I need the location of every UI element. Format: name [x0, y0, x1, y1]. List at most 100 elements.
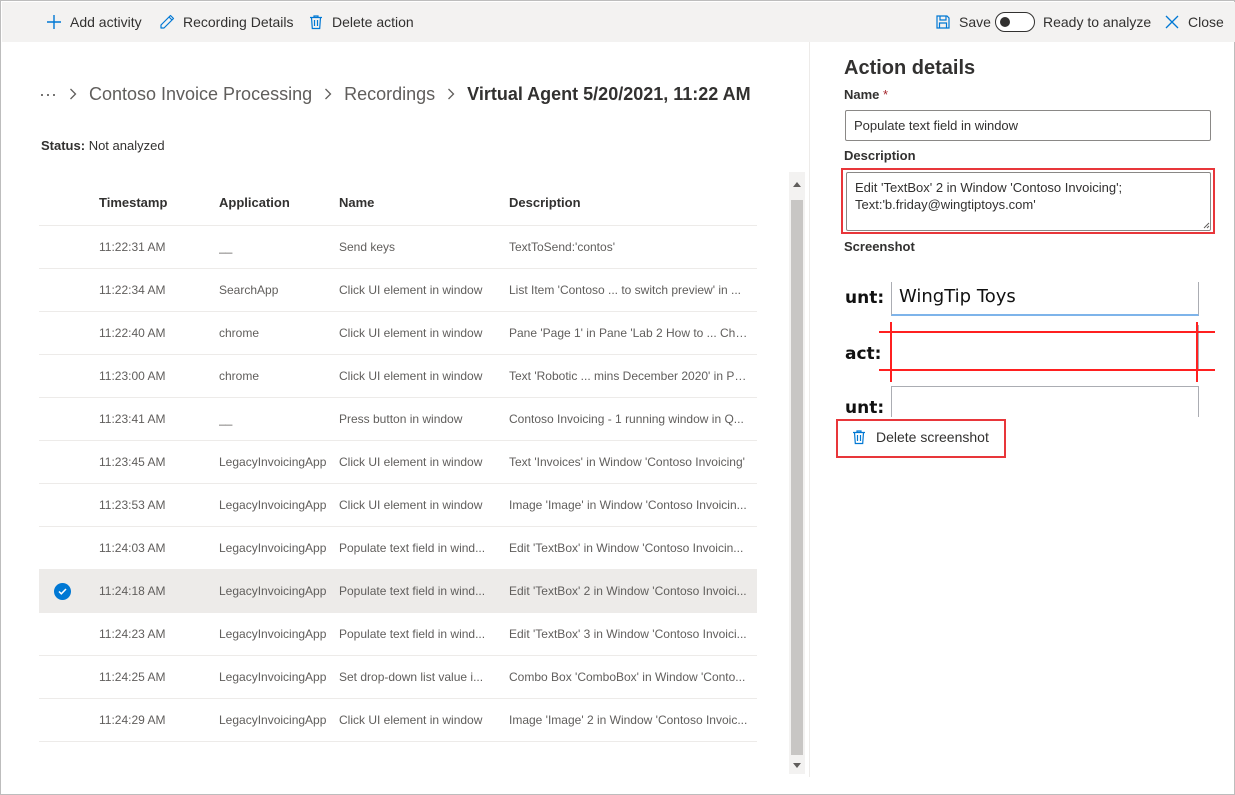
table-row[interactable]: 11:22:34 AM SearchApp Click UI element in …	[39, 269, 757, 312]
breadcrumb-item-recordings[interactable]: Recordings	[344, 84, 435, 105]
breadcrumb-item-contoso[interactable]: Contoso Invoice Processing	[89, 84, 312, 105]
cell-timestamp: 11:24:03 AM	[99, 541, 166, 555]
cell-timestamp: 11:24:23 AM	[99, 627, 166, 641]
recording-details-button[interactable]: Recording Details	[159, 2, 294, 42]
delete-screenshot-highlight: Delete screenshot	[836, 419, 1006, 458]
table-row[interactable]: 11:23:41 AM __ Press button in window Conto…	[39, 398, 757, 441]
cell-name: Populate text field in wind...	[339, 584, 486, 598]
cell-application: LegacyInvoicingApp	[219, 584, 327, 598]
breadcrumb-current: Virtual Agent 5/20/2021, 11:22 AM	[467, 83, 751, 104]
cell-description: List Item 'Contoso ... to switch preview…	[509, 283, 742, 297]
screenshot-label: Screenshot	[844, 239, 915, 254]
cell-description: Text 'Robotic ... mins December 2020' in…	[509, 369, 749, 383]
add-activity-button[interactable]: Add activity	[46, 2, 142, 42]
actions-table: Timestamp Application Name Description 1…	[39, 172, 757, 742]
name-input[interactable]	[845, 110, 1211, 141]
cell-name: Click UI element in window	[339, 283, 483, 297]
delete-action-button[interactable]: Delete action	[308, 2, 414, 42]
cell-application: chrome	[219, 369, 260, 383]
chevron-right-icon	[69, 88, 77, 100]
cell-timestamp: 11:22:31 AM	[99, 240, 166, 254]
status-label: Status:	[41, 138, 86, 153]
cell-timestamp: 11:24:18 AM	[99, 584, 166, 598]
table-row[interactable]: 11:22:31 AM __ Send keys TextToSend:'contos…	[39, 226, 757, 269]
breadcrumb: ··· Contoso Invoice Processing Recording…	[39, 82, 751, 106]
table-row[interactable]: 11:23:45 AM LegacyInvoicingApp Click UI el…	[39, 441, 757, 484]
toggle-knob	[1000, 17, 1010, 27]
cell-application: LegacyInvoicingApp	[219, 627, 327, 641]
cell-name: Click UI element in window	[339, 369, 483, 383]
close-button[interactable]: Close	[1164, 2, 1224, 42]
toggle-switch[interactable]	[995, 12, 1035, 32]
delete-action-label: Delete action	[332, 14, 414, 30]
description-input[interactable]: Edit 'TextBox' 2 in Window 'Contoso Invo…	[846, 172, 1211, 231]
pencil-icon	[160, 14, 175, 29]
column-header-name[interactable]: Name	[339, 195, 374, 210]
cell-timestamp: 11:23:53 AM	[99, 498, 166, 512]
status-line: Status: Not analyzed	[41, 138, 165, 153]
cell-name: Populate text field in wind...	[339, 541, 486, 555]
ready-to-analyze-label: Ready to analyze	[1043, 14, 1152, 30]
cell-application: __	[219, 240, 233, 254]
cell-description: Edit 'TextBox' 3 in Window 'Contoso Invo…	[509, 627, 747, 641]
table-scrollbar[interactable]	[789, 172, 805, 774]
cell-application: LegacyInvoicingApp	[219, 670, 327, 684]
close-icon	[1165, 15, 1179, 29]
cell-name: Click UI element in window	[339, 455, 483, 469]
add-activity-label: Add activity	[70, 14, 142, 30]
scroll-down-icon[interactable]	[789, 758, 805, 774]
table-row[interactable]: 11:24:03 AM LegacyInvoicingApp Populate te…	[39, 527, 757, 570]
checkmark-icon[interactable]	[54, 583, 71, 600]
scrollbar-thumb[interactable]	[791, 200, 803, 755]
breadcrumb-overflow[interactable]: ···	[39, 84, 57, 105]
table-row[interactable]: 11:24:18 AM LegacyInvoicingApp Populate te…	[39, 570, 757, 613]
table-row[interactable]: 11:22:40 AM chrome Click UI element in win…	[39, 312, 757, 355]
action-details-panel: Action details Name * Description Edit '…	[810, 42, 1235, 795]
ready-to-analyze-toggle[interactable]: Ready to analyze	[995, 2, 1151, 42]
cell-description: TextToSend:'contos'	[509, 240, 615, 254]
save-icon	[936, 15, 950, 29]
delete-screenshot-button[interactable]: Delete screenshot	[852, 429, 989, 445]
table-row[interactable]: 11:23:53 AM LegacyInvoicingApp Click UI el…	[39, 484, 757, 527]
cell-timestamp: 11:23:00 AM	[99, 369, 166, 383]
save-label: Save	[959, 14, 991, 30]
trash-icon	[310, 15, 322, 30]
scroll-up-icon[interactable]	[789, 176, 805, 192]
cell-application: LegacyInvoicingApp	[219, 713, 327, 727]
cell-description: Image 'Image' 2 in Window 'Contoso Invoi…	[509, 713, 748, 727]
trash-icon	[853, 430, 865, 445]
table-row[interactable]: 11:24:23 AM LegacyInvoicingApp Populate te…	[39, 613, 757, 656]
save-button[interactable]: Save	[935, 2, 991, 42]
cell-name: Click UI element in window	[339, 498, 483, 512]
close-label: Close	[1188, 14, 1224, 30]
cell-description: Pane 'Page 1' in Pane 'Lab 2 How to ... …	[509, 326, 749, 340]
required-mark: *	[883, 87, 889, 102]
status-value: Not analyzed	[88, 138, 165, 153]
column-header-description[interactable]: Description	[509, 195, 581, 210]
cell-name: Press button in window	[339, 412, 463, 426]
cell-application: SearchApp	[219, 283, 279, 297]
cell-name: Click UI element in window	[339, 713, 483, 727]
resize-grip-icon[interactable]	[1203, 222, 1210, 229]
table-row[interactable]: 11:24:25 AM LegacyInvoicingApp Set drop-do…	[39, 656, 757, 699]
cell-description: Combo Box 'ComboBox' in Window 'Conto...	[509, 670, 746, 684]
name-label-text: Name	[844, 87, 880, 102]
delete-screenshot-label: Delete screenshot	[876, 429, 989, 445]
table-row[interactable]: 11:23:00 AM chrome Click UI element in win…	[39, 355, 757, 398]
recording-pane: ··· Contoso Invoice Processing Recording…	[2, 42, 809, 795]
cell-application: LegacyInvoicingApp	[219, 541, 327, 555]
cell-application: __	[219, 412, 233, 426]
cell-description: Edit 'TextBox' 2 in Window 'Contoso Invo…	[509, 584, 747, 598]
cell-description: Contoso Invoicing - 1 running window in …	[509, 412, 744, 426]
column-header-application[interactable]: Application	[219, 195, 290, 210]
table-row[interactable]: 11:24:29 AM LegacyInvoicingApp Click UI el…	[39, 699, 757, 742]
description-label: Description	[844, 148, 916, 163]
panel-title: Action details	[844, 57, 976, 79]
plus-icon	[47, 15, 61, 29]
screenshot-preview: unt: WingTip Toys act: unt:	[845, 282, 1215, 417]
table-body: 11:22:31 AM __ Send keys TextToSend:'contos…	[39, 226, 757, 742]
cell-timestamp: 11:24:29 AM	[99, 713, 166, 727]
cell-name: Set drop-down list value i...	[339, 670, 484, 684]
column-header-timestamp[interactable]: Timestamp	[99, 195, 167, 210]
screenshot-field-3	[891, 386, 1199, 417]
